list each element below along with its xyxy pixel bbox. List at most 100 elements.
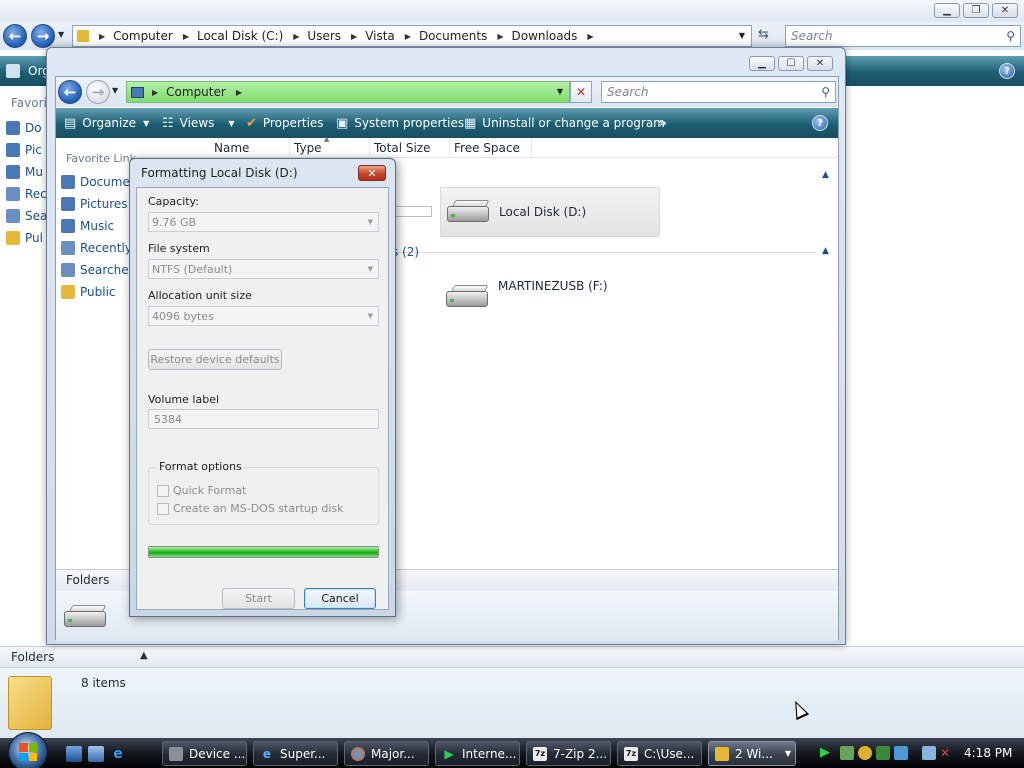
column-header-name[interactable]: Name [210, 138, 290, 158]
maximize-button[interactable]: ☐ [778, 56, 804, 71]
file-system-select: NTFS (Default) ▼ [148, 259, 379, 279]
column-headers: Name Type ▲ Total Size Free Space [136, 135, 838, 158]
address-bar[interactable]: ▶ Computer ▶ Local Disk (C:) ▶ Users ▶ V… [72, 25, 752, 47]
taskbar-button-label: Major... [371, 746, 415, 761]
tray-flag-icon[interactable]: ▶ [820, 746, 834, 760]
stop-button[interactable]: ✕ [570, 81, 592, 103]
start-button[interactable] [8, 732, 48, 768]
sidebar-item-searches[interactable]: Sea [6, 207, 47, 225]
drive-local-disk-d[interactable]: Local Disk (D:) [440, 187, 660, 237]
close-button[interactable]: ✕ [992, 3, 1018, 18]
tray-safely-remove-icon[interactable] [894, 746, 908, 760]
switch-windows-icon[interactable] [88, 746, 104, 762]
capacity-bar [392, 206, 432, 217]
forward-button[interactable]: → [86, 80, 110, 104]
tray-network-app-icon[interactable] [840, 746, 854, 760]
minimize-button[interactable]: ▁ [934, 3, 960, 18]
help-icon[interactable]: ? [999, 63, 1015, 79]
breadcrumb-vista[interactable]: Vista [365, 29, 395, 43]
uninstall-program-button[interactable]: ▦ Uninstall or change a program [464, 108, 665, 138]
sidebar-item-music[interactable]: Music [61, 216, 114, 236]
properties-label: Properties [262, 116, 324, 130]
taskbar-button-7zip-path[interactable]: 7z C:\Use... [617, 741, 702, 766]
chevron-up-icon[interactable]: ▲ [140, 650, 148, 661]
breadcrumb-local-disk-c[interactable]: Local Disk (C:) [197, 29, 283, 43]
search-input[interactable]: Search ⚲ [601, 81, 836, 103]
search-placeholder: Search [791, 29, 833, 43]
internet-explorer-icon[interactable]: e [110, 746, 126, 762]
breadcrumb-computer[interactable]: Computer [113, 29, 173, 43]
search-icon[interactable]: ⚲ [1006, 29, 1015, 43]
breadcrumb-documents[interactable]: Documents [419, 29, 487, 43]
cancel-button[interactable]: Cancel [304, 588, 376, 609]
column-header-type[interactable]: Type ▲ [290, 135, 370, 158]
close-button[interactable]: ✕ [807, 56, 833, 71]
item-count: 8 items [81, 676, 126, 690]
volume-label-input[interactable]: 5384 [148, 409, 379, 429]
sidebar-item-pictures[interactable]: Pic [6, 141, 42, 159]
address-dropdown-icon[interactable]: ▼ [557, 87, 563, 96]
taskbar-button-major[interactable]: Major... [344, 741, 429, 766]
views-menu[interactable]: ☷ Views ▼ [162, 108, 235, 138]
recent-pages-dropdown-icon[interactable]: ▼ [112, 86, 118, 95]
help-icon[interactable]: ? [812, 115, 828, 131]
start-button[interactable]: Start [222, 588, 295, 609]
restore-button[interactable]: ❐ [963, 3, 989, 18]
breadcrumb-computer[interactable]: Computer [166, 85, 226, 99]
breadcrumb-separator-icon: ▶ [182, 31, 189, 41]
sidebar-item-searches[interactable]: Searches [61, 260, 135, 280]
dialog-close-button[interactable]: ✕ [358, 165, 386, 181]
taskbar-button-internet[interactable]: ▶ Interne... [435, 741, 520, 766]
background-folders-bar[interactable]: Folders ▲ [0, 646, 1024, 668]
column-header-free-space[interactable]: Free Space [450, 138, 532, 158]
tray-network-icon[interactable] [922, 746, 936, 760]
taskbar-button-device-manager[interactable]: Device ... [162, 741, 247, 766]
breadcrumb-users[interactable]: Users [307, 29, 341, 43]
back-button[interactable]: ← [58, 80, 82, 104]
taskbar-button-label: Interne... [462, 746, 517, 761]
collapse-group-icon[interactable]: ▲ [822, 170, 829, 180]
recent-pages-dropdown-icon[interactable]: ▼ [58, 30, 64, 39]
tray-volume-muted-icon[interactable]: ✕ [940, 746, 954, 760]
properties-button[interactable]: ✔ Properties [246, 108, 324, 138]
collapse-group-icon[interactable]: ▲ [822, 246, 829, 256]
back-button[interactable]: ← [3, 24, 27, 48]
restore-device-defaults-button[interactable]: Restore device defaults [148, 349, 282, 370]
clock[interactable]: 4:18 PM [964, 746, 1012, 760]
taskbar-button-7zip[interactable]: 7z 7-Zip 2... [526, 741, 611, 766]
sidebar-item-label: Pic [25, 143, 42, 157]
search-icon[interactable]: ⚲ [821, 85, 830, 99]
column-header-total-size[interactable]: Total Size [370, 138, 450, 158]
music-icon [6, 165, 20, 179]
taskbar-button-explorer-group[interactable]: 2 Wi... ▼ [708, 741, 796, 766]
system-properties-button[interactable]: ▣ System properties [336, 108, 464, 138]
address-dropdown-icon[interactable]: ▼ [739, 31, 745, 40]
refresh-icon[interactable]: ⇆ [758, 27, 769, 42]
search-input[interactable]: Search ⚲ [785, 25, 1021, 47]
quick-format-checkbox[interactable]: Quick Format [157, 484, 246, 497]
taskbar-button-super[interactable]: e Super... [253, 741, 338, 766]
drive-martinezusb-f[interactable]: MARTINEZUSB (F:) [440, 277, 660, 317]
tray-app-icon[interactable] [876, 746, 890, 760]
minimize-button[interactable]: ▁ [749, 56, 775, 71]
sidebar-item-music[interactable]: Mu [6, 163, 43, 181]
documents-icon [6, 121, 20, 135]
volume-label-label: Volume label [148, 393, 220, 406]
sidebar-item-documents[interactable]: Do [6, 119, 42, 137]
breadcrumb-downloads[interactable]: Downloads [512, 29, 578, 43]
address-bar[interactable]: ▶ Computer ▶ ▼ [126, 81, 570, 103]
sidebar-item-label: Music [80, 219, 115, 233]
forward-button[interactable]: → [31, 24, 55, 48]
sidebar-item-public[interactable]: Public [61, 282, 116, 302]
sidebar-item-pictures[interactable]: Pictures [61, 194, 128, 214]
msdos-startup-disk-checkbox[interactable]: Create an MS-DOS startup disk [157, 502, 344, 515]
removable-storage-group-header[interactable]: s (2) [392, 245, 419, 259]
more-commands-button[interactable]: » [659, 108, 667, 138]
show-desktop-icon[interactable] [66, 746, 82, 762]
taskbar-button-label: Super... [280, 746, 326, 761]
capacity-label: Capacity: [148, 195, 199, 208]
organize-menu[interactable]: ▤ Organize ▼ [64, 108, 149, 138]
sidebar-item-recently-changed[interactable]: Rec [6, 185, 47, 203]
sidebar-item-public[interactable]: Pul [6, 229, 43, 247]
tray-security-shield-icon[interactable] [858, 746, 872, 760]
